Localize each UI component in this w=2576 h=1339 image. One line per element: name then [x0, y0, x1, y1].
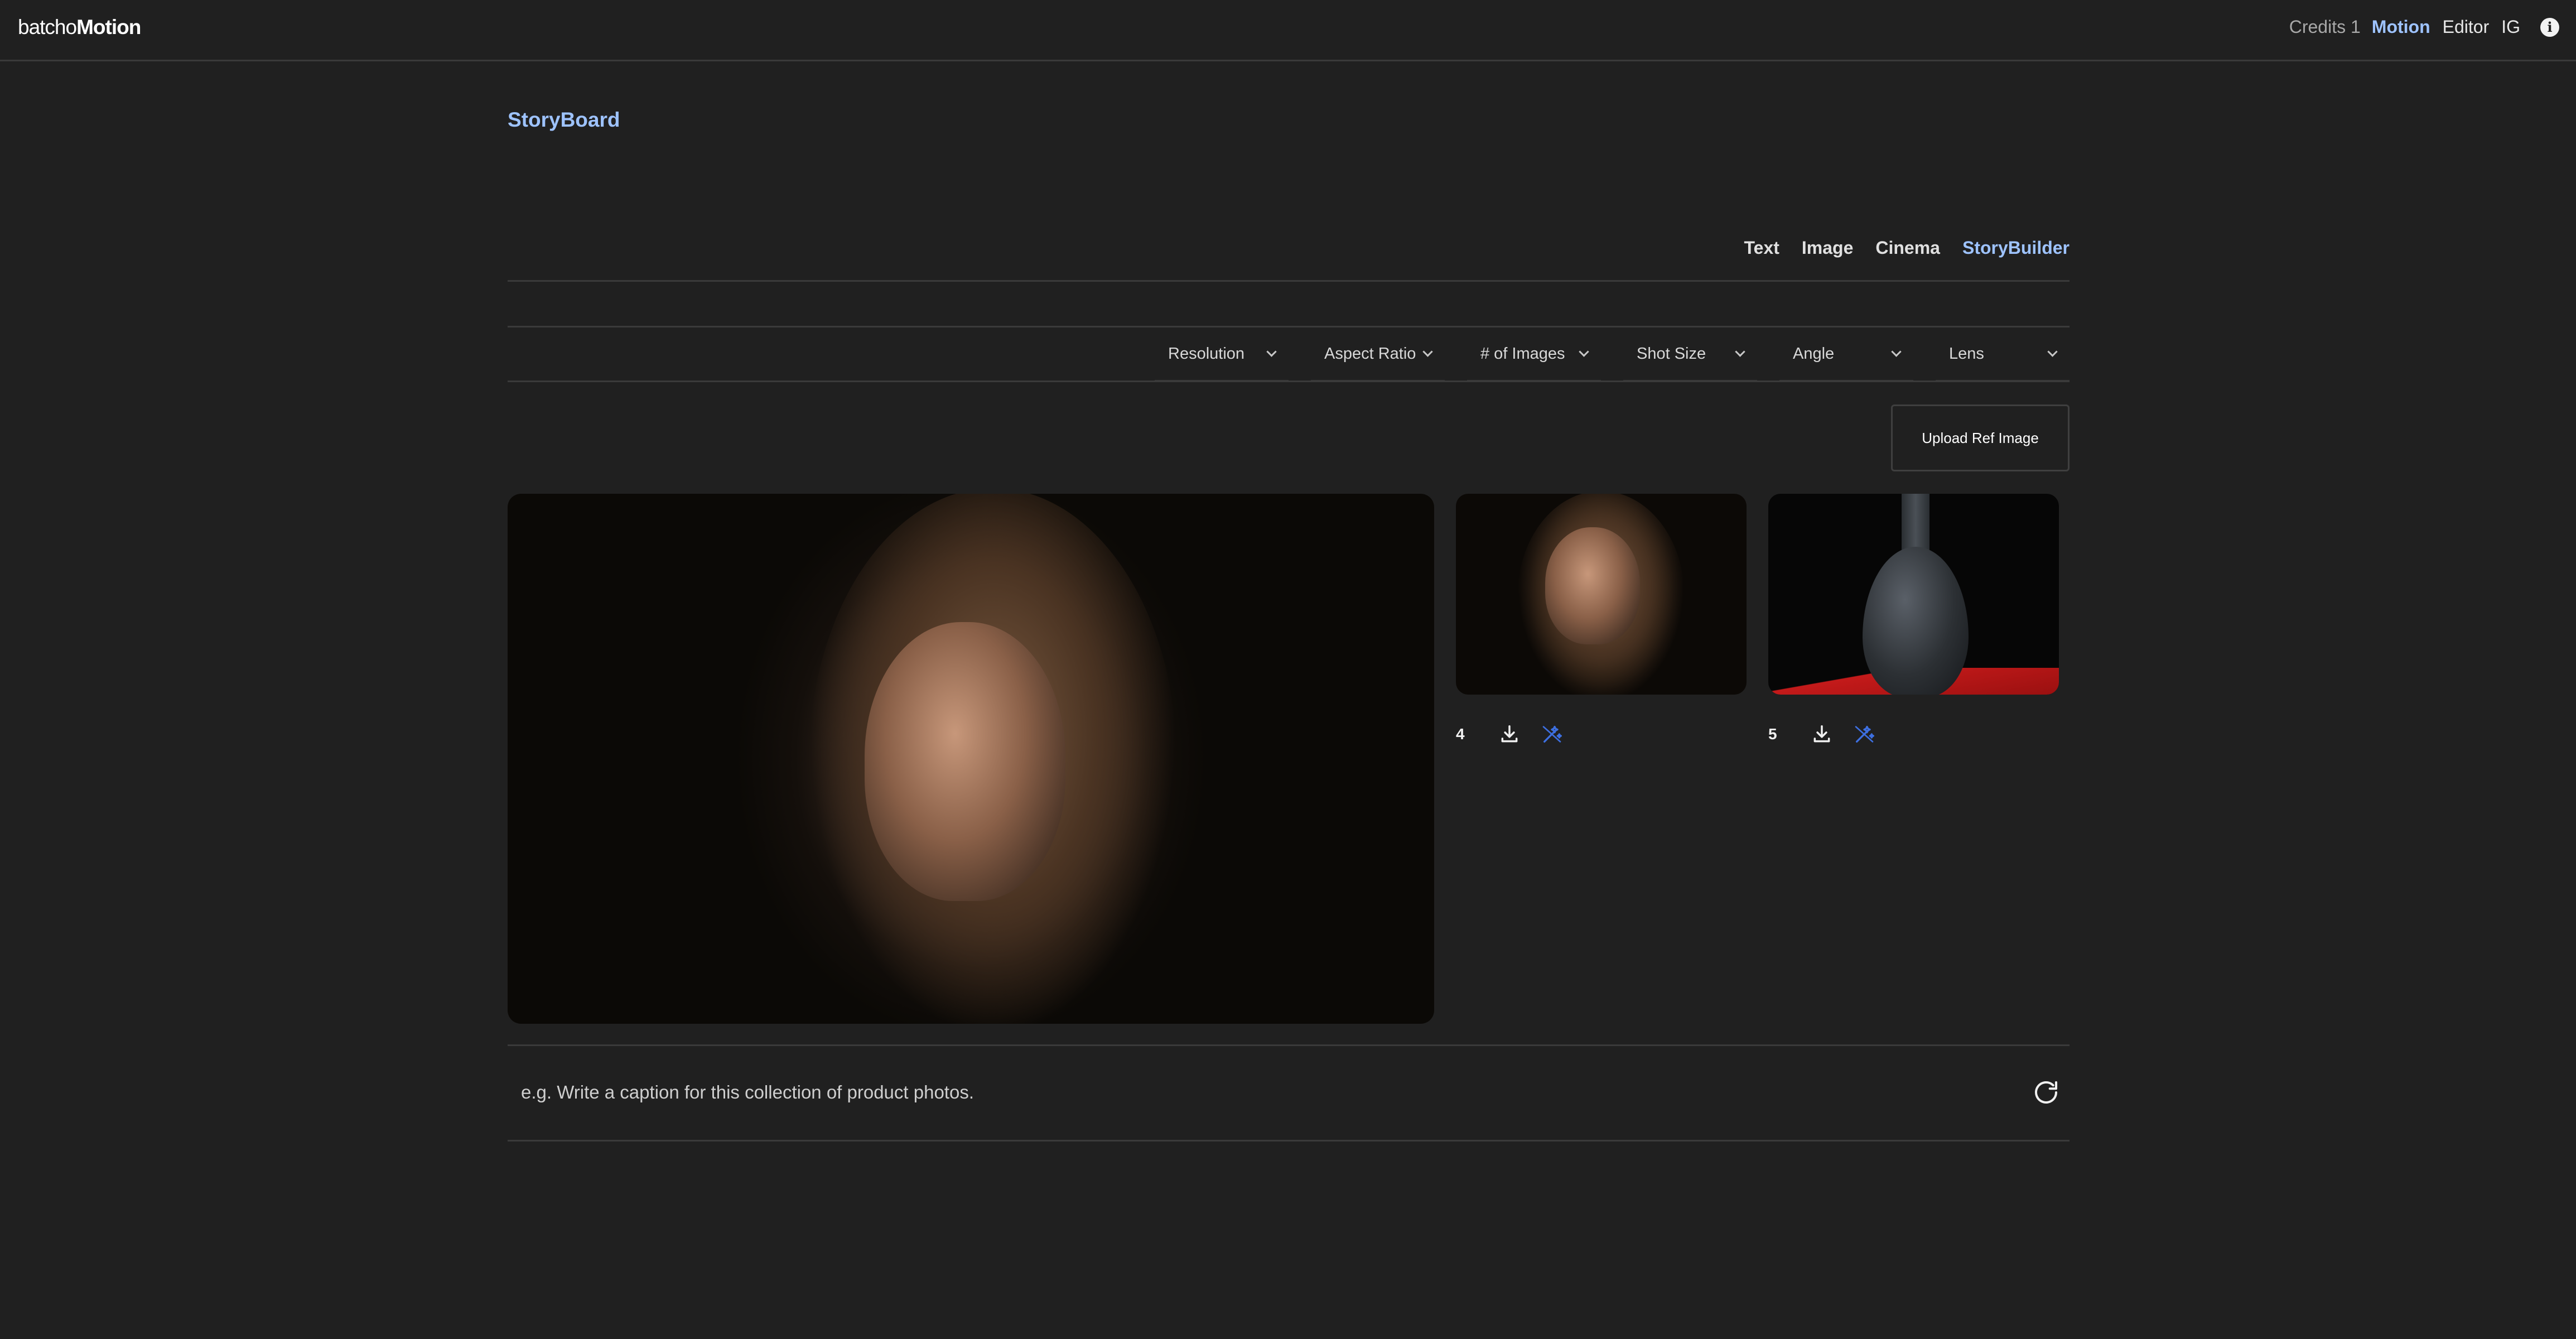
credits-counter: Credits 1 — [2289, 17, 2361, 37]
thumbnail-meta-4: 4 — [1456, 723, 1563, 745]
filters-bottom-divider — [508, 380, 2070, 382]
tab-image[interactable]: Image — [1802, 238, 1853, 258]
prompt-bottom-divider — [508, 1140, 2070, 1141]
lens-label: Lens — [1949, 345, 1984, 363]
image-index: 5 — [1768, 725, 1791, 743]
num-images-dropdown[interactable]: # of Images — [1467, 327, 1601, 382]
chevron-down-icon — [1891, 346, 1901, 357]
aspect-ratio-dropdown[interactable]: Aspect Ratio — [1311, 327, 1445, 382]
top-nav: Credits 1 Motion Editor IG i — [2289, 17, 2559, 37]
upload-ref-image-button[interactable]: Upload Ref Image — [1891, 404, 2070, 471]
resolution-dropdown[interactable]: Resolution — [1155, 327, 1289, 382]
portrait-face — [865, 622, 1065, 901]
portrait-face — [1545, 527, 1640, 644]
angle-dropdown[interactable]: Angle — [1779, 327, 1913, 382]
shot-size-label: Shot Size — [1637, 345, 1706, 363]
thumbnail-meta-5: 5 — [1768, 723, 1875, 745]
vase-body — [1863, 547, 1969, 695]
regenerate-icon[interactable] — [2030, 1077, 2062, 1108]
filter-bar: Resolution Aspect Ratio # of Images Shot… — [1155, 327, 2070, 382]
num-images-label: # of Images — [1480, 345, 1565, 363]
magic-wand-icon[interactable] — [1541, 723, 1563, 745]
tab-storybuilder[interactable]: StoryBuilder — [1962, 238, 2070, 258]
nav-motion[interactable]: Motion — [2372, 17, 2430, 37]
download-icon[interactable] — [1498, 723, 1521, 745]
info-icon[interactable]: i — [2540, 18, 2559, 37]
tab-text[interactable]: Text — [1744, 238, 1779, 258]
app-logo[interactable]: batchoMotion — [18, 16, 141, 39]
download-icon[interactable] — [1811, 723, 1833, 745]
thumbnail-image-5[interactable] — [1768, 494, 2059, 695]
main-preview-image[interactable] — [508, 494, 1434, 1024]
lens-dropdown[interactable]: Lens — [1936, 327, 2070, 382]
caption-prompt-input[interactable] — [508, 1049, 2014, 1136]
chevron-down-icon — [1422, 346, 1432, 357]
logo-text-bold: Motion — [76, 16, 141, 38]
thumbnail-image-4[interactable] — [1456, 494, 1747, 695]
tab-cinema[interactable]: Cinema — [1875, 238, 1940, 258]
chevron-down-icon — [1266, 346, 1276, 357]
mode-tabs: Text Image Cinema StoryBuilder — [1744, 238, 2070, 258]
page-title: StoryBoard — [508, 108, 620, 132]
logo-text-light: batcho — [18, 16, 76, 38]
shot-size-dropdown[interactable]: Shot Size — [1623, 327, 1757, 382]
resolution-label: Resolution — [1168, 345, 1244, 363]
top-bar: batchoMotion Credits 1 Motion Editor IG … — [0, 0, 2576, 61]
tabs-divider — [508, 280, 2070, 282]
nav-ig[interactable]: IG — [2501, 17, 2520, 37]
image-index: 4 — [1456, 725, 1478, 743]
chevron-down-icon — [1579, 346, 1589, 357]
chevron-down-icon — [1735, 346, 1745, 357]
chevron-down-icon — [2047, 346, 2057, 357]
aspect-ratio-label: Aspect Ratio — [1324, 345, 1416, 363]
nav-editor[interactable]: Editor — [2443, 17, 2490, 37]
magic-wand-icon[interactable] — [1853, 723, 1875, 745]
angle-label: Angle — [1793, 345, 1834, 363]
prompt-top-divider — [508, 1044, 2070, 1046]
